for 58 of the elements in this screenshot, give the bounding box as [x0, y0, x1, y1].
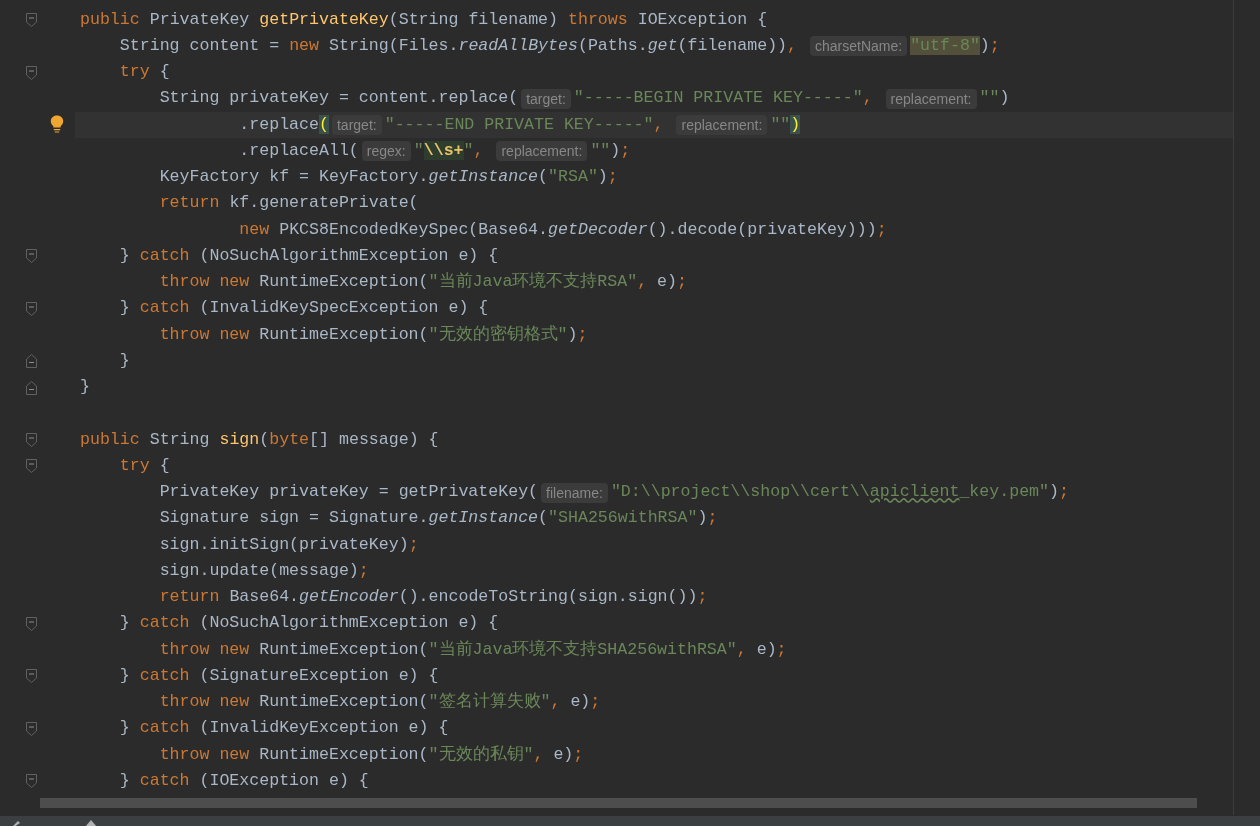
fold-marker-icon[interactable] — [26, 459, 37, 474]
code-text: } catch (InvalidKeySpecException e) { — [118, 297, 489, 320]
code-text: new PKCS8EncodedKeySpec(Base64.getDecoder().decode(privateKey))); — [238, 218, 887, 241]
code-text: "") — [770, 113, 801, 136]
code-text: .replaceAll( — [238, 139, 359, 162]
fold-marker-icon[interactable] — [26, 433, 37, 447]
code-text: try { — [118, 61, 170, 84]
code-text: PrivateKey privateKey = getPrivateKey( — [158, 481, 539, 504]
inlay-hint: target: — [331, 115, 382, 136]
code-text: "") — [979, 87, 1010, 110]
code-text: "\\s+", — [413, 139, 485, 162]
code-text: try { — [118, 454, 170, 477]
fold-marker-icon[interactable] — [26, 616, 37, 631]
code-text: "D:\\project\\shop\\cert\\apiclient_key.pem"); — [610, 481, 1069, 504]
lightbulb-icon[interactable] — [50, 115, 64, 133]
fold-marker-icon[interactable] — [26, 721, 37, 736]
inlay-hint: filename: — [541, 482, 608, 503]
code-text: sign.initSign(privateKey); — [158, 533, 419, 556]
code-text: "-----END PRIVATE KEY-----", — [384, 113, 665, 136]
code-text: } — [80, 376, 90, 399]
inlay-hint: regex: — [361, 141, 411, 162]
fold-marker-icon[interactable] — [26, 65, 37, 80]
code-text: } catch (InvalidKeyException e) { — [118, 717, 449, 740]
horizontal-scrollbar[interactable] — [40, 798, 1197, 808]
code-text: ""); — [590, 139, 631, 162]
code-text: throw new RuntimeException("签名计算失败", e); — [158, 691, 601, 714]
fold-marker-icon[interactable] — [26, 301, 37, 316]
code-text: return kf.generatePrivate( — [158, 192, 419, 215]
code-text: throw new RuntimeException("当前Java环境不支持SHA256withRSA", e); — [158, 638, 787, 661]
code-text: String privateKey = content.replace( — [158, 87, 519, 110]
code-text: sign.update(message); — [158, 559, 369, 582]
fold-marker-icon[interactable] — [26, 13, 37, 27]
code-text: Signature sign = Signature.getInstance("SHA256withRSA"); — [158, 507, 718, 530]
inlay-hint: charsetName: — [810, 36, 908, 57]
fold-marker-icon[interactable] — [26, 354, 37, 369]
inlay-hint: replacement: — [676, 115, 768, 136]
code-text: } — [118, 349, 130, 372]
code-text: } catch (NoSuchAlgorithmException e) { — [118, 612, 499, 635]
code-text: throw new RuntimeException("当前Java环境不支持RSA", e); — [158, 270, 687, 294]
fold-marker-icon[interactable] — [26, 669, 37, 684]
fold-marker-icon[interactable] — [26, 774, 37, 789]
code-text: "-----BEGIN PRIVATE KEY-----", — [573, 87, 874, 110]
inlay-hint: replacement: — [496, 141, 588, 162]
fold-marker-icon[interactable] — [26, 380, 37, 395]
code-text: .replace( — [238, 113, 329, 136]
code-text: public PrivateKey getPrivateKey(String filename) throws IOException { — [80, 8, 768, 31]
code-text: public String sign(byte[] message) { — [80, 428, 439, 451]
code-text: throw new RuntimeException("无效的密钥格式"); — [158, 323, 588, 346]
code-text: } catch (SignatureException e) { — [118, 664, 439, 687]
inlay-hint: target: — [521, 88, 571, 109]
code-text: String content = new String(Files.readAllBytes(Paths.get(filename)), — [118, 34, 799, 57]
inlay-hint: replacement: — [885, 88, 977, 109]
fold-marker-icon[interactable] — [26, 249, 37, 264]
code-text: return Base64.getEncoder().encodeToString(sign.sign()); — [158, 586, 708, 609]
code-text: throw new RuntimeException("无效的私钥", e); — [158, 743, 584, 766]
code-text: } catch (NoSuchAlgorithmException e) { — [118, 244, 499, 267]
code-text: } catch (IOException e) { — [118, 769, 369, 792]
code-text: KeyFactory kf = KeyFactory.getInstance("RSA"); — [158, 166, 618, 189]
